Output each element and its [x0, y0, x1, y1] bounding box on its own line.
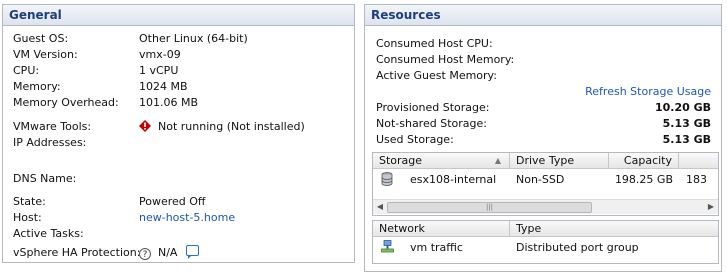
dns-name-label: DNS Name: — [13, 172, 77, 185]
consumed-cpu-row: Consumed Host CPU: — [376, 36, 711, 52]
network-table-header: Network Type — [373, 221, 718, 237]
network-icon — [381, 239, 394, 257]
active-tasks-label: Active Tasks: — [13, 227, 84, 240]
storage-extra-value: 183 — [686, 173, 707, 186]
drive-type-column-header[interactable]: Drive Type — [510, 153, 609, 168]
ha-protection-value: N/A — [158, 246, 178, 259]
storage-capacity: 198.25 GB — [614, 173, 673, 186]
consumed-memory-row: Consumed Host Memory: — [376, 52, 711, 68]
not-shared-storage-label: Not-shared Storage: — [376, 117, 487, 130]
memory-overhead-value: 101.06 MB — [139, 96, 199, 109]
vm-version-label: VM Version: — [13, 48, 78, 61]
consumed-cpu-label: Consumed Host CPU: — [376, 37, 493, 50]
provisioned-storage-label: Provisioned Storage: — [376, 101, 490, 114]
storage-name: esx108-internal — [410, 173, 497, 186]
host-label: Host: — [13, 211, 42, 224]
database-icon — [381, 171, 393, 189]
active-guest-memory-row: Active Guest Memory: — [376, 68, 711, 84]
provisioned-storage-row: Provisioned Storage: 10.20 GB — [376, 100, 711, 116]
type-column-label: Type — [516, 222, 542, 235]
error-icon — [139, 120, 151, 132]
memory-label: Memory: — [13, 80, 61, 93]
used-storage-value: 5.13 GB — [662, 133, 711, 146]
not-shared-storage-value: 5.13 GB — [662, 117, 711, 130]
memory-overhead-label: Memory Overhead: — [13, 96, 119, 109]
vmware-tools-status: Not running (Not installed) — [139, 119, 305, 135]
refresh-storage-usage-link[interactable]: Refresh Storage Usage — [585, 84, 711, 100]
scroll-right-icon[interactable]: ▶ — [706, 202, 716, 212]
network-column-label: Network — [379, 222, 425, 235]
speech-bubble-icon[interactable] — [186, 245, 200, 259]
storage-table: Storage ▲ Drive Type Capacity esx108-int… — [372, 152, 719, 216]
refresh-row: Refresh Storage Usage — [376, 84, 711, 100]
storage-table-header: Storage ▲ Drive Type Capacity — [373, 153, 718, 169]
cpu-label: CPU: — [13, 64, 40, 77]
state-label: State: — [13, 195, 46, 208]
extra-column-header[interactable] — [679, 153, 718, 168]
state-value: Powered Off — [139, 195, 206, 208]
guest-os-label: Guest OS: — [13, 32, 69, 45]
vmware-tools-label: VMware Tools: — [13, 120, 92, 133]
storage-drive-type: Non-SSD — [516, 173, 565, 186]
network-column-header[interactable]: Network — [373, 221, 510, 236]
type-column-header[interactable]: Type — [510, 221, 718, 236]
capacity-column-label: Capacity — [623, 154, 672, 167]
cpu-value: 1 vCPU — [139, 64, 179, 77]
ha-protection-status: ? N/A — [139, 245, 200, 261]
used-storage-row: Used Storage: 5.13 GB — [376, 132, 711, 148]
vmware-tools-value: Not running (Not installed) — [158, 120, 305, 133]
network-name: vm traffic — [410, 241, 463, 254]
guest-os-value: Other Linux (64-bit) — [139, 32, 248, 45]
vm-version-value: vmx-09 — [139, 48, 181, 61]
active-guest-memory-label: Active Guest Memory: — [376, 69, 497, 82]
resources-panel: Resources Consumed Host CPU: Consumed Ho… — [364, 4, 722, 272]
resources-panel-title: Resources — [365, 5, 721, 26]
help-icon[interactable]: ? — [139, 248, 151, 260]
host-link[interactable]: new-host-5.home — [139, 210, 235, 226]
storage-table-scrollbar[interactable]: ◀ ||| ▶ — [373, 199, 718, 214]
consumed-memory-label: Consumed Host Memory: — [376, 53, 515, 66]
storage-column-header[interactable]: Storage ▲ — [373, 153, 510, 168]
network-type: Distributed port group — [516, 241, 639, 254]
network-table: Network Type vm traffic Distributed port… — [372, 220, 719, 264]
capacity-column-header[interactable]: Capacity — [609, 153, 679, 168]
memory-value: 1024 MB — [139, 80, 188, 93]
storage-column-label: Storage — [379, 154, 423, 167]
drive-type-column-label: Drive Type — [516, 154, 575, 167]
general-panel-title: General — [3, 5, 354, 26]
not-shared-storage-row: Not-shared Storage: 5.13 GB — [376, 116, 711, 132]
sort-ascending-icon: ▲ — [494, 156, 501, 165]
ha-protection-label: vSphere HA Protection: — [13, 246, 141, 259]
provisioned-storage-value: 10.20 GB — [654, 101, 711, 114]
general-panel: General Guest OS: Other Linux (64-bit) V… — [2, 4, 355, 263]
used-storage-label: Used Storage: — [376, 133, 454, 146]
scrollbar-thumb[interactable]: ||| — [387, 202, 592, 213]
ip-addresses-label: IP Addresses: — [13, 136, 87, 149]
scroll-left-icon[interactable]: ◀ — [375, 202, 385, 212]
